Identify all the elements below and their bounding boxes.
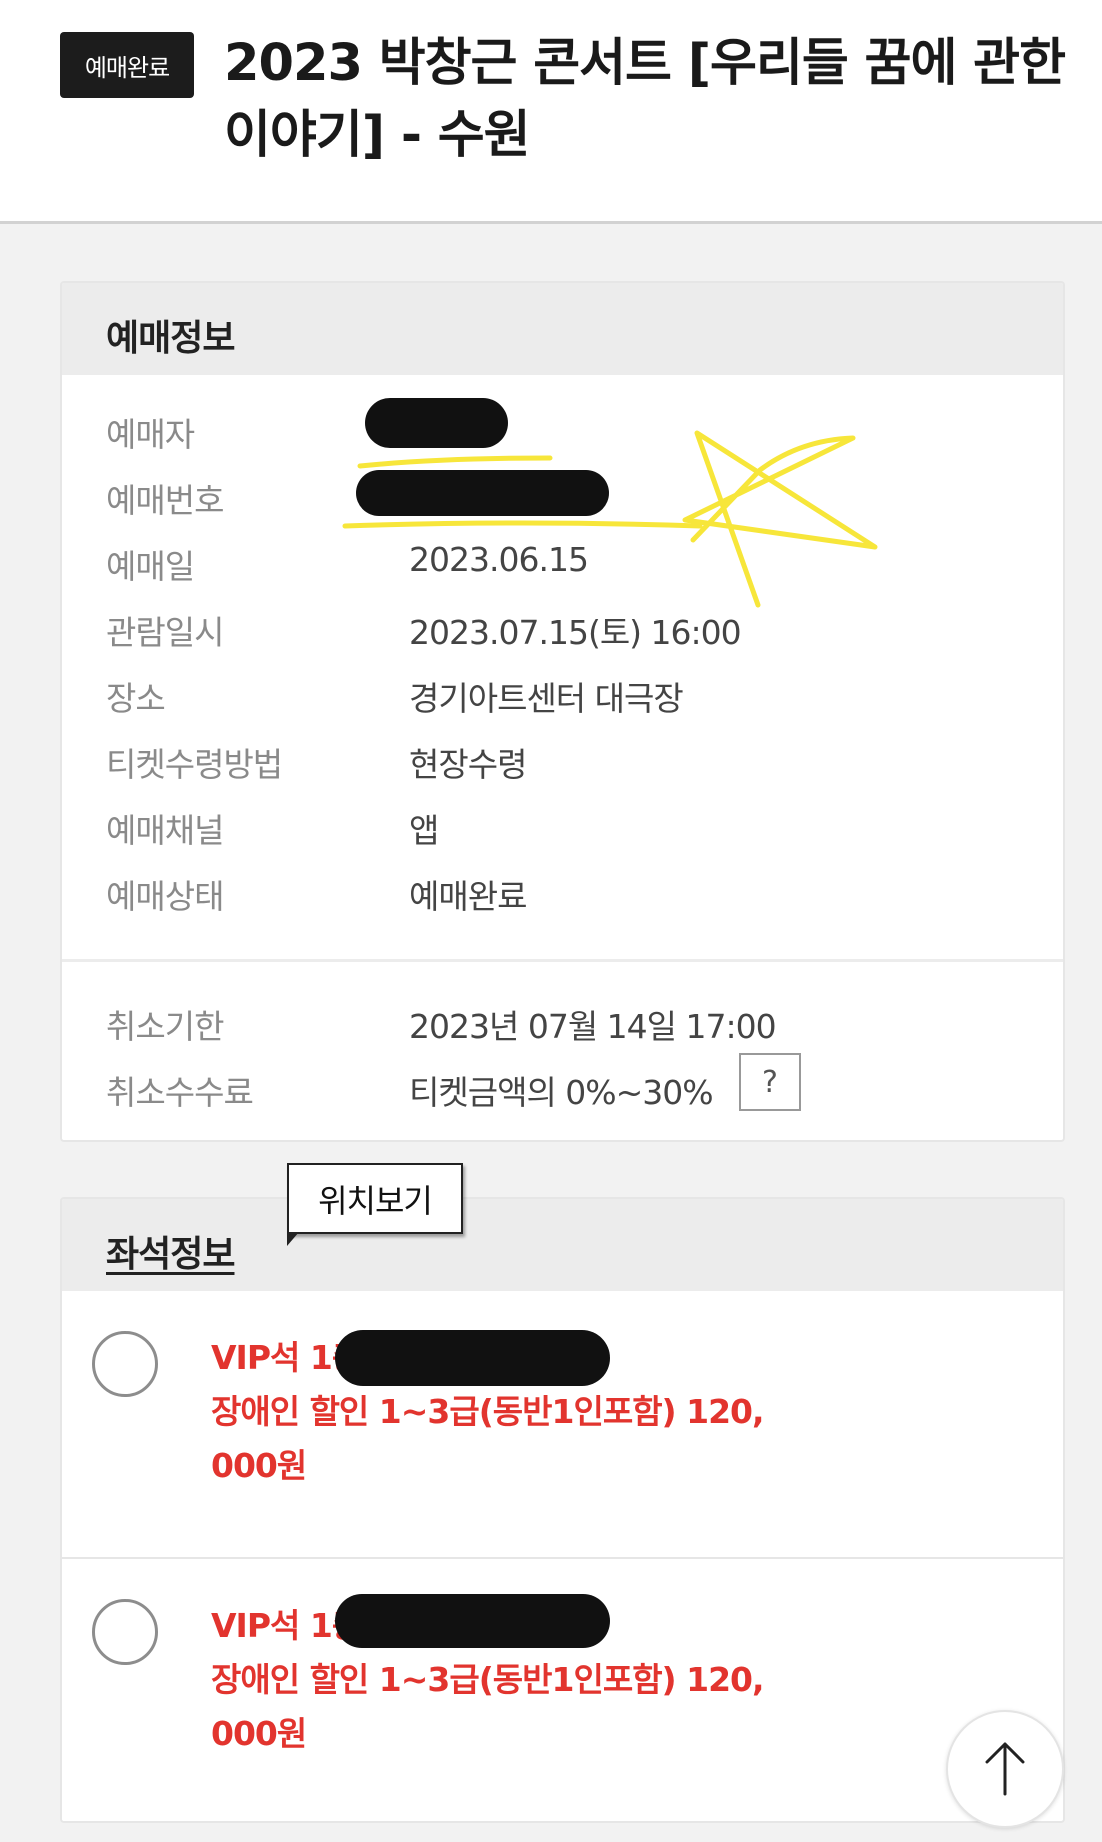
seat-grade: VIP석 1층: [211, 1606, 362, 1645]
booking-channel-label: 예매채널: [106, 811, 224, 850]
row-cancel-deadline: 취소기한 2023년 07월 14일 17:00: [62, 996, 1063, 1046]
row-ticket-pickup: 티켓수령방법 현장수령: [62, 734, 1063, 784]
booking-channel-value: 앱: [409, 811, 439, 850]
cancel-deadline-value: 2023년 07월 14일 17:00: [409, 1007, 777, 1046]
seat-radio-button[interactable]: [92, 1331, 158, 1397]
show-datetime-label: 관람일시: [106, 613, 224, 652]
row-cancel-fee: 취소수수료 티켓금액의 0%~30%: [62, 1062, 1063, 1112]
booking-date-label: 예매일: [106, 547, 195, 586]
page-title: 2023 박창근 콘서트 [우리들 꿈에 관한 이야기] - 수원: [224, 34, 1066, 165]
seat-price: 000원: [211, 1714, 307, 1753]
cancel-fee-label: 취소수수료: [106, 1073, 254, 1112]
tooltip-tail: [287, 1232, 299, 1246]
page-header: 예매완료 2023 박창근 콘서트 [우리들 꿈에 관한 이야기] - 수원: [0, 0, 1102, 224]
section-divider: [62, 959, 1063, 962]
arrow-up-icon: [985, 1742, 1025, 1796]
row-booking-channel: 예매채널 앱: [62, 800, 1063, 850]
booking-info-card: 예매정보 예매자 예매번호 예매일 2023.06.15 관람일시 2023.0…: [60, 281, 1065, 1142]
booking-number-label: 예매번호: [106, 481, 224, 520]
cancel-deadline-label: 취소기한: [106, 1007, 224, 1046]
booking-date-value: 2023.06.15: [409, 540, 589, 579]
row-booking-number: 예매번호: [62, 470, 1063, 520]
row-booking-date: 예매일 2023.06.15: [62, 536, 1063, 586]
ticket-pickup-label: 티켓수령방법: [106, 745, 283, 784]
seat-grade: VIP석 1층: [211, 1338, 362, 1377]
booker-label: 예매자: [106, 415, 195, 454]
seat-radio-button[interactable]: [92, 1599, 158, 1665]
seat-item-2[interactable]: VIP석 1층 장애인 할인 1~3급(동반1인포함) 120, 000원: [62, 1559, 1063, 1821]
ticket-pickup-value: 현장수령: [409, 745, 527, 784]
scroll-top-button[interactable]: [946, 1710, 1064, 1828]
seat-description: VIP석 1층 장애인 할인 1~3급(동반1인포함) 120, 000원: [211, 1599, 811, 1761]
seat-info-header: 좌석정보: [62, 1199, 1063, 1291]
seat-description: VIP석 1층 장애인 할인 1~3급(동반1인포함) 120, 000원: [211, 1331, 811, 1493]
row-venue: 장소 경기아트센터 대극장: [62, 668, 1063, 718]
booking-status-label: 예매상태: [106, 877, 224, 916]
seat-discount: 장애인 할인 1~3급(동반1인포함) 120,: [211, 1660, 765, 1699]
status-badge: 예매완료: [60, 32, 194, 98]
venue-label: 장소: [106, 679, 166, 718]
seat-price: 000원: [211, 1446, 307, 1485]
cancel-fee-help-button[interactable]: ?: [739, 1053, 801, 1111]
show-datetime-value: 2023.07.15(토) 16:00: [409, 613, 742, 652]
cancel-fee-value: 티켓금액의 0%~30%: [409, 1073, 714, 1112]
seat-info-title[interactable]: 좌석정보: [106, 1225, 235, 1277]
booking-info-header: 예매정보: [62, 283, 1063, 375]
booking-info-title: 예매정보: [106, 318, 235, 359]
row-booking-status: 예매상태 예매완료: [62, 866, 1063, 916]
row-booker: 예매자: [62, 404, 1063, 454]
seat-discount: 장애인 할인 1~3급(동반1인포함) 120,: [211, 1392, 765, 1431]
seat-info-card: 좌석정보 VIP석 1층 장애인 할인 1~3급(동반1인포함) 120, 00…: [60, 1197, 1065, 1823]
booking-status-value: 예매완료: [409, 877, 527, 916]
row-show-datetime: 관람일시 2023.07.15(토) 16:00: [62, 602, 1063, 652]
view-location-tooltip[interactable]: 위치보기: [287, 1163, 463, 1246]
seat-item-1[interactable]: VIP석 1층 장애인 할인 1~3급(동반1인포함) 120, 000원: [62, 1291, 1063, 1557]
view-location-label: 위치보기: [318, 1181, 433, 1220]
venue-value: 경기아트센터 대극장: [409, 679, 684, 718]
